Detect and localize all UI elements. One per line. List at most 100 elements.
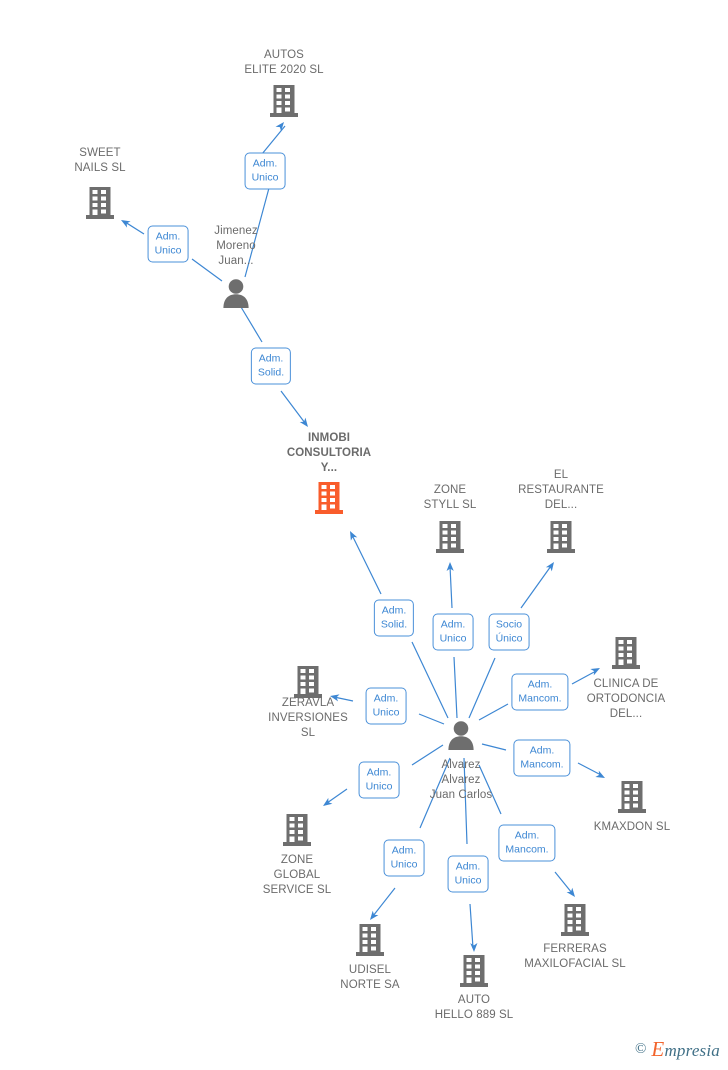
- edge-label-line: Adm.: [514, 829, 540, 842]
- edge-label-line: Único: [495, 632, 523, 645]
- node-label-ferreras-maxilofacial: FERRERAS MAXILOFACIAL SL: [524, 942, 625, 972]
- edge-arrowhead: [275, 122, 284, 132]
- node-label-jimenez-moreno: Jimenez Moreno Juan...: [214, 224, 258, 269]
- edge-label-line: Unico: [454, 874, 482, 887]
- node-label-line: FERRERAS: [543, 943, 607, 955]
- watermark-text: Empresia: [651, 1037, 720, 1062]
- edge-label-line: Adm.: [155, 230, 181, 243]
- edge-label-line: Unico: [390, 858, 418, 871]
- edge-label-line: Unico: [372, 706, 400, 719]
- building-icon-zeravla-inversiones[interactable]: [293, 665, 323, 699]
- node-label-line: DEL...: [609, 708, 643, 720]
- edge-arrowhead: [566, 887, 575, 897]
- node-label-line: Juan Carlos: [429, 789, 493, 801]
- building-icon-autos-elite[interactable]: [269, 84, 299, 118]
- node-label-line: STYLL SL: [423, 499, 477, 511]
- empresia-watermark: © Empresia: [635, 1037, 720, 1062]
- building-icon: [547, 521, 575, 553]
- edge-label-e10[interactable]: Adm. Unico: [358, 761, 400, 799]
- edge-label-line: Unico: [365, 780, 393, 793]
- building-icon-el-restaurante[interactable]: [546, 520, 576, 554]
- edge-arrowhead: [370, 910, 379, 920]
- edge-label-e7[interactable]: Adm. Mancom.: [511, 673, 569, 711]
- edge-label-e2[interactable]: Adm. Unico: [147, 225, 189, 263]
- building-icon-udisel-norte[interactable]: [355, 923, 385, 957]
- edge-label-e12[interactable]: Adm. Unico: [447, 855, 489, 893]
- node-label-line: Moreno: [216, 240, 256, 252]
- edge-label-e1[interactable]: Adm. Unico: [244, 152, 286, 190]
- building-icon: [561, 904, 589, 936]
- node-label-alvarez-alvarez: Alvarez Alvarez Juan Carlos: [430, 758, 492, 803]
- node-label-clinica-ortodoncia: CLINICA DE ORTODONCIA DEL...: [587, 677, 666, 722]
- edge-label-e13[interactable]: Adm. Mancom.: [498, 824, 556, 862]
- building-icon-ferreras-maxilofacial[interactable]: [560, 903, 590, 937]
- node-label-line: DEL...: [544, 499, 578, 511]
- node-label-line: INMOBI: [307, 432, 351, 444]
- edge-label-e8[interactable]: Adm. Mancom.: [513, 739, 571, 777]
- building-icon-auto-hello-889[interactable]: [459, 954, 489, 988]
- building-icon-zone-styll[interactable]: [435, 520, 465, 554]
- person-icon-alvarez-alvarez[interactable]: [447, 720, 475, 750]
- building-icon: [612, 637, 640, 669]
- building-icon: [294, 666, 322, 698]
- edge-label-line: Adm.: [252, 157, 278, 170]
- node-label-line: SERVICE SL: [262, 884, 332, 896]
- node-label-inmobi-consultoria: INMOBI CONSULTORIA Y...: [287, 431, 371, 476]
- node-label-line: Juan...: [218, 255, 254, 267]
- node-label-line: GLOBAL: [273, 869, 321, 881]
- watermark-lead-letter: E: [651, 1037, 665, 1061]
- node-label-line: EL: [553, 469, 569, 481]
- edge-label-e6[interactable]: Socio Único: [488, 613, 530, 651]
- edge-arrowhead: [323, 797, 333, 806]
- edge-label-line: Unico: [251, 171, 279, 184]
- building-icon-zone-global-service[interactable]: [282, 813, 312, 847]
- node-label-line: KMAXDON SL: [593, 821, 671, 833]
- building-icon: [618, 781, 646, 813]
- node-label-line: NAILS SL: [74, 162, 126, 174]
- node-label-zeravla-inversiones: ZERAVLA INVERSIONES SL: [268, 696, 348, 741]
- building-icon-sweet-nails[interactable]: [85, 186, 115, 220]
- edge-label-line: Unico: [154, 244, 182, 257]
- copyright-icon: ©: [635, 1041, 647, 1057]
- edge-label-e9[interactable]: Adm. Unico: [365, 687, 407, 725]
- node-label-line: ELITE 2020 SL: [244, 64, 324, 76]
- node-label-line: ORTODONCIA: [586, 693, 666, 705]
- edge-label-line: Mancom.: [505, 843, 549, 856]
- edge-label-e11[interactable]: Adm. Unico: [383, 839, 425, 877]
- node-label-line: ZONE: [280, 854, 314, 866]
- node-label-line: Alvarez: [441, 774, 481, 786]
- node-label-kmaxdon: KMAXDON SL: [594, 820, 670, 835]
- building-icon: [436, 521, 464, 553]
- node-label-line: Alvarez: [441, 759, 481, 771]
- edge-label-line: Solid.: [380, 618, 408, 631]
- building-icon: [270, 85, 298, 117]
- edge-label-e4[interactable]: Adm. Solid.: [373, 599, 415, 637]
- edge-label-line: Adm.: [391, 844, 417, 857]
- building-icon: [356, 924, 384, 956]
- node-label-udisel-norte: UDISEL NORTE SA: [340, 963, 399, 993]
- building-icon-clinica-ortodoncia[interactable]: [611, 636, 641, 670]
- node-label-zone-styll: ZONE STYLL SL: [424, 483, 477, 513]
- edge-arrowhead: [446, 562, 454, 572]
- edge-label-line: Mancom.: [518, 692, 562, 705]
- person-icon: [223, 279, 249, 308]
- person-icon-jimenez-moreno[interactable]: [222, 278, 250, 308]
- node-label-line: ZERAVLA: [281, 697, 335, 709]
- edge-label-line: Adm.: [440, 618, 466, 631]
- edge-label-e3[interactable]: Adm. Solid.: [250, 347, 292, 385]
- building-icon-kmaxdon[interactable]: [617, 780, 647, 814]
- edge-arrowhead: [350, 531, 358, 541]
- edge-label-line: Adm.: [258, 352, 284, 365]
- edge-arrowhead: [595, 770, 605, 778]
- node-label-line: Y...: [320, 462, 338, 474]
- edge-label-e5[interactable]: Adm. Unico: [432, 613, 474, 651]
- node-label-zone-global-service: ZONE GLOBAL SERVICE SL: [263, 853, 332, 898]
- node-label-line: AUTO: [457, 994, 491, 1006]
- edge-arrowhead: [545, 562, 554, 572]
- relationship-graph-canvas: AUTOS ELITE 2020 SL SWEET NAILS SL Jimenez Mo…: [0, 0, 728, 1070]
- edge-label-line: Adm.: [381, 604, 407, 617]
- node-label-line: MAXILOFACIAL SL: [524, 958, 626, 970]
- edge-label-line: Adm.: [529, 744, 555, 757]
- building-icon-inmobi-consultoria[interactable]: [314, 481, 344, 515]
- node-label-line: NORTE SA: [340, 979, 400, 991]
